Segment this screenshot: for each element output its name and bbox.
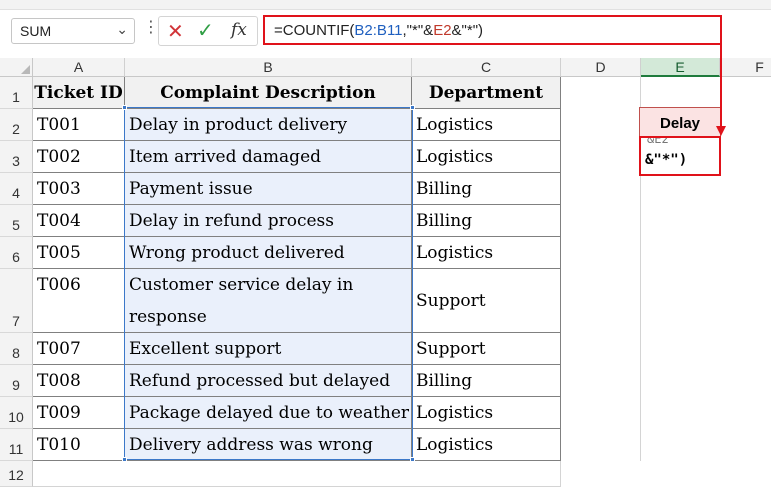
formula-middle: ,"*"& xyxy=(402,22,434,39)
formula-cell-ref: E2 xyxy=(433,22,452,39)
select-all-corner[interactable] xyxy=(0,58,33,77)
table-cell[interactable]: Item arrived damaged xyxy=(125,141,412,173)
insert-function-icon[interactable]: fx xyxy=(231,20,247,40)
name-box-value: SUM xyxy=(20,23,52,39)
formula-input[interactable]: =COUNTIF(B2:B11,"*"&E2&"*") xyxy=(263,15,722,45)
more-options-icon[interactable]: ⋮ xyxy=(143,19,159,35)
name-box[interactable]: SUM ⌄ xyxy=(11,18,135,44)
in-cell-edit-preview[interactable]: &E2 &"*") xyxy=(639,136,721,176)
table-cell[interactable]: Billing xyxy=(412,365,561,397)
row-header[interactable]: 8 xyxy=(0,333,33,365)
table-cell[interactable]: Wrong product delivered xyxy=(125,237,412,269)
column-header-f[interactable]: F xyxy=(720,58,771,77)
row-header[interactable]: 12 xyxy=(0,461,33,487)
table-cell[interactable]: Support xyxy=(412,269,561,333)
table-cell[interactable]: Delivery address was wrong xyxy=(125,429,412,461)
table-cell[interactable]: T003 xyxy=(33,173,125,205)
table-cell[interactable]: Delay in product delivery xyxy=(125,109,412,141)
table-cell[interactable]: Package delayed due to weather xyxy=(125,397,412,429)
table-cell[interactable]: Logistics xyxy=(412,237,561,269)
column-header-a[interactable]: A xyxy=(33,58,125,77)
table-cell[interactable]: T010 xyxy=(33,429,125,461)
table-cell[interactable]: T005 xyxy=(33,237,125,269)
header-cell-department[interactable]: Department xyxy=(412,77,561,109)
header-cell-ticket-id[interactable]: Ticket ID xyxy=(33,77,125,109)
row-header[interactable]: 5 xyxy=(0,205,33,237)
table-cell[interactable]: Support xyxy=(412,333,561,365)
table-cell[interactable]: Excellent support xyxy=(125,333,412,365)
row-header[interactable]: 1 xyxy=(0,77,33,109)
table-cell[interactable]: Billing xyxy=(412,205,561,237)
chevron-down-icon[interactable]: ⌄ xyxy=(116,22,128,38)
table-cell[interactable]: Delay in refund process xyxy=(125,205,412,237)
worksheet-grid[interactable]: A B C D E F 1 2 3 4 5 6 7 8 9 10 11 12 T… xyxy=(0,58,771,487)
table-cell[interactable]: Payment issue xyxy=(125,173,412,205)
formula-text: =COUNTIF(B2:B11,"*"&E2&"*") xyxy=(274,22,483,39)
empty-row-12[interactable] xyxy=(33,461,561,487)
enter-checkmark-icon[interactable]: ✓ xyxy=(197,18,214,42)
ribbon-edge xyxy=(0,0,771,10)
table-cell[interactable]: T008 xyxy=(33,365,125,397)
table-cell[interactable]: T007 xyxy=(33,333,125,365)
cancel-icon[interactable]: ✕ xyxy=(167,19,184,43)
table-cell[interactable]: T006 xyxy=(33,269,125,333)
table-cell[interactable]: T004 xyxy=(33,205,125,237)
row-header[interactable]: 3 xyxy=(0,141,33,173)
table-cell[interactable]: Customer service delay in response xyxy=(125,269,412,333)
formula-range-ref: B2:B11 xyxy=(354,22,403,39)
row-header[interactable]: 7 xyxy=(0,269,33,333)
formula-suffix: &"*") xyxy=(451,22,484,39)
edit-preview-line1: &E2 xyxy=(647,136,669,146)
column-header-c[interactable]: C xyxy=(412,58,561,77)
table-cell[interactable]: Refund processed but delayed xyxy=(125,365,412,397)
row-header[interactable]: 10 xyxy=(0,397,33,429)
empty-column-d[interactable] xyxy=(561,77,641,461)
row-header[interactable]: 11 xyxy=(0,429,33,461)
row-header[interactable]: 6 xyxy=(0,237,33,269)
row-header[interactable]: 4 xyxy=(0,173,33,205)
table-cell[interactable]: T009 xyxy=(33,397,125,429)
edit-preview-line2: &"*") xyxy=(645,152,688,168)
formula-bar: SUM ⌄ ⋮ ✕ ✓ fx =COUNTIF(B2:B11,"*"&E2&"*… xyxy=(0,0,771,58)
formula-tools: ✕ ✓ fx xyxy=(158,16,258,46)
table-cell[interactable]: Logistics xyxy=(412,109,561,141)
row-header[interactable]: 2 xyxy=(0,109,33,141)
table-cell[interactable]: T001 xyxy=(33,109,125,141)
header-cell-complaint[interactable]: Complaint Description xyxy=(125,77,412,109)
column-header-e[interactable]: E xyxy=(641,58,720,77)
formula-prefix: =COUNTIF( xyxy=(274,22,355,39)
table-cell[interactable]: Logistics xyxy=(412,141,561,173)
table-cell[interactable]: Logistics xyxy=(412,397,561,429)
table-cell[interactable]: Billing xyxy=(412,173,561,205)
column-header-d[interactable]: D xyxy=(561,58,641,77)
row-header[interactable]: 9 xyxy=(0,365,33,397)
column-header-b[interactable]: B xyxy=(125,58,412,77)
table-cell[interactable]: Logistics xyxy=(412,429,561,461)
table-cell[interactable]: T002 xyxy=(33,141,125,173)
criteria-cell-e2[interactable]: Delay xyxy=(639,107,721,139)
